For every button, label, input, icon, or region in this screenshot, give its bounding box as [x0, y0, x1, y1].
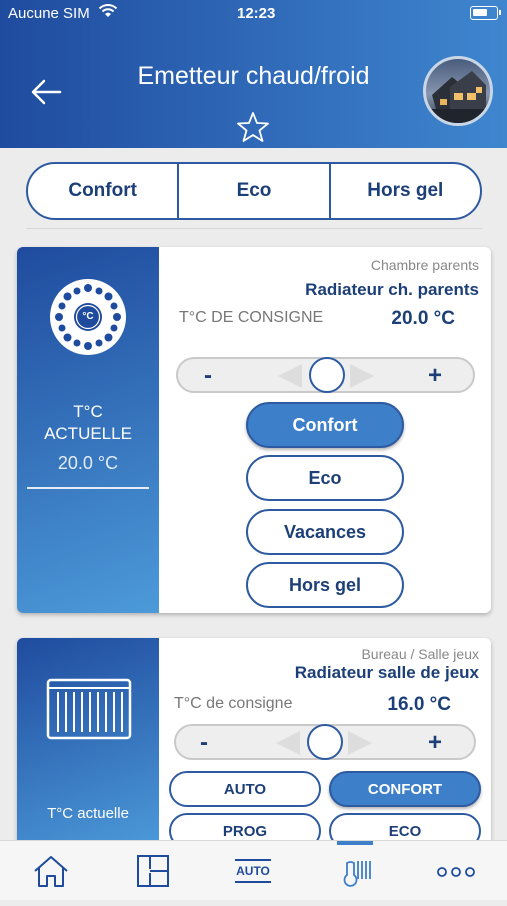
increase-button[interactable]: + [428, 729, 442, 757]
increase-button[interactable]: + [428, 362, 442, 390]
room-name: Bureau / Salle jeux [361, 646, 479, 662]
slider-left-arrow-icon [278, 364, 302, 388]
setpoint-label: T°C DE CONSIGNE [179, 309, 324, 326]
current-temp-label: T°C ACTUELLE [44, 402, 132, 443]
global-mode-confort-button[interactable]: Confort [28, 164, 180, 218]
setpoint-slider[interactable]: - + [174, 724, 476, 760]
setpoint-value: 20.0 °C [391, 308, 455, 329]
nav-auto[interactable]: AUTO [223, 841, 283, 901]
device-side-panel: T°C actuelle [17, 638, 159, 848]
slider-right-arrow-icon [348, 731, 372, 755]
dial-unit-label: °C [82, 311, 94, 322]
nav-more[interactable] [425, 841, 495, 901]
nav-heating[interactable] [325, 841, 385, 901]
device-card-jeux: T°C actuelle Bureau / Salle jeux Radiate… [17, 638, 491, 848]
radiator-icon [46, 678, 132, 740]
setpoint-value: 16.0 °C [387, 694, 451, 715]
mode-hors-gel-button[interactable]: Hors gel [246, 562, 404, 608]
battery-icon [470, 6, 501, 20]
clock: 12:23 [237, 5, 276, 22]
current-temp-value: 20.0 °C [57, 453, 119, 473]
more-icon [437, 867, 475, 877]
room-name: Chambre parents [370, 257, 479, 273]
global-mode-hors-gel-button[interactable]: Hors gel [331, 164, 480, 218]
mode-confort-button[interactable]: Confort [246, 402, 404, 448]
mode-auto-button[interactable]: AUTO [169, 771, 321, 807]
current-temp-underline [27, 487, 149, 489]
mode-confort-button[interactable]: CONFORT [329, 771, 481, 807]
home-icon [34, 856, 68, 887]
device-name: Radiateur salle de jeux [294, 663, 479, 682]
device-side-panel: °C T°C ACTUELLE 20.0 °C [17, 247, 159, 613]
slider-thumb[interactable] [307, 724, 343, 760]
wifi-icon [98, 4, 118, 17]
carrier-label: Aucune SIM [8, 5, 90, 22]
active-tab-indicator [337, 841, 373, 845]
mode-vacances-button[interactable]: Vacances [246, 509, 404, 555]
slider-left-arrow-icon [276, 731, 300, 755]
nav-auto-label: AUTO [236, 864, 270, 878]
favorite-star-icon[interactable] [236, 110, 270, 144]
slider-thumb[interactable] [309, 357, 345, 393]
nav-home[interactable] [21, 841, 81, 901]
heating-icon [343, 861, 371, 887]
house-photo-icon [426, 71, 490, 123]
mode-eco-button[interactable]: Eco [246, 455, 404, 501]
status-bar: Aucune SIM 12:23 [0, 0, 507, 28]
setpoint-label: T°C de consigne [174, 695, 293, 712]
decrease-button[interactable]: - [204, 362, 212, 390]
avatar[interactable] [423, 56, 493, 126]
floorplan-icon [137, 855, 169, 887]
current-temp-label: T°C actuelle [47, 805, 129, 822]
global-mode-selector: Confort Eco Hors gel [26, 162, 482, 220]
setpoint-slider[interactable]: - + [176, 357, 475, 393]
global-mode-eco-button[interactable]: Eco [179, 164, 331, 218]
header: Aucune SIM 12:23 Emetteur chaud/froid [0, 0, 507, 148]
decrease-button[interactable]: - [200, 729, 208, 757]
device-name: Radiateur ch. parents [305, 280, 479, 299]
slider-right-arrow-icon [350, 364, 374, 388]
device-card-parents: °C T°C ACTUELLE 20.0 °C Chambre parents … [17, 247, 491, 613]
bottom-nav: AUTO [0, 840, 507, 900]
divider [26, 228, 482, 229]
nav-floorplan[interactable] [123, 841, 183, 901]
